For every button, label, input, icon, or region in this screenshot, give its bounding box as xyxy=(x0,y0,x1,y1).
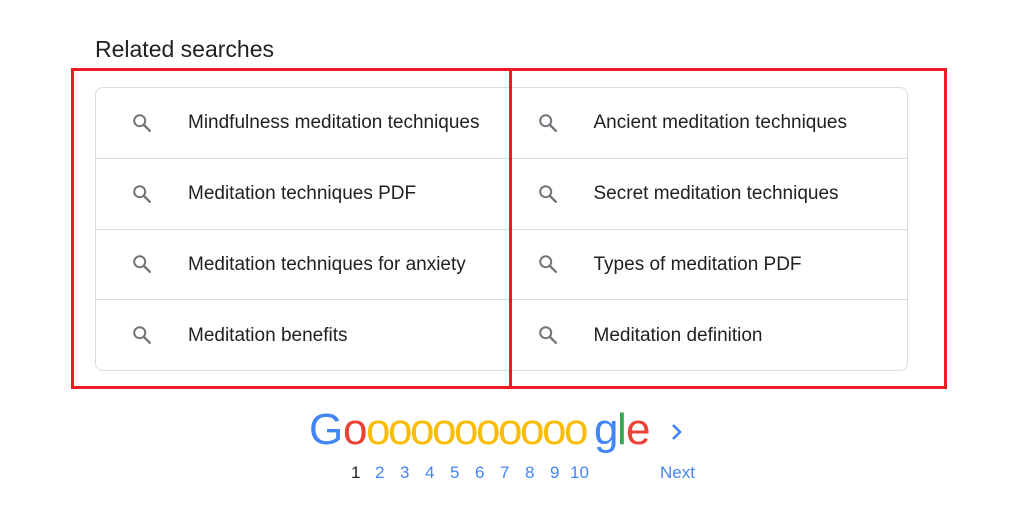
related-searches-heading: Related searches xyxy=(95,36,274,62)
page-link[interactable]: 2 xyxy=(375,463,384,483)
related-searches-box: Mindfulness meditation techniques Medita… xyxy=(95,87,908,371)
related-search-label: Mindfulness meditation techniques xyxy=(188,112,480,134)
related-search-item[interactable]: Meditation definition xyxy=(502,300,908,370)
related-search-label: Meditation benefits xyxy=(188,324,348,346)
related-searches-left-column: Mindfulness meditation techniques Medita… xyxy=(96,88,502,370)
page-current: 1 xyxy=(351,463,361,482)
related-search-item[interactable]: Meditation techniques PDF xyxy=(96,159,502,230)
search-icon xyxy=(133,255,151,274)
logo-letter: o xyxy=(520,405,545,454)
logo-letter: o xyxy=(542,405,567,454)
page-link[interactable]: 4 xyxy=(425,463,434,483)
logo-letter: g xyxy=(594,405,619,454)
logo-letter: o xyxy=(366,405,391,454)
logo-letter: o xyxy=(564,405,589,454)
logo-letter: o xyxy=(388,405,413,454)
related-search-item[interactable]: Types of meditation PDF xyxy=(501,230,907,301)
logo-letter: o xyxy=(343,405,368,454)
page-link[interactable]: 5 xyxy=(450,463,459,483)
related-search-label: Meditation techniques PDF xyxy=(188,183,417,205)
related-search-item[interactable]: Meditation benefits xyxy=(96,300,502,370)
logo-letter: G xyxy=(309,405,343,454)
search-icon xyxy=(538,184,557,203)
logo-letter: o xyxy=(432,405,457,454)
related-search-item[interactable]: Meditation techniques for anxiety xyxy=(96,230,502,301)
search-icon xyxy=(133,114,151,132)
related-search-item[interactable]: Secret meditation techniques xyxy=(501,159,907,230)
page-link[interactable]: 9 xyxy=(550,463,559,483)
page-link[interactable]: 6 xyxy=(475,463,484,483)
related-search-label: Ancient meditation techniques xyxy=(593,112,848,134)
logo-letter: o xyxy=(476,405,501,454)
search-icon xyxy=(133,326,151,345)
logo-letter: l xyxy=(617,405,627,454)
page-link[interactable]: 10 xyxy=(570,463,589,483)
next-page-link[interactable]: Next xyxy=(660,463,695,483)
logo-letter: o xyxy=(410,405,435,454)
chevron-right-icon[interactable] xyxy=(669,421,685,443)
related-search-item[interactable]: Ancient meditation techniques xyxy=(501,88,907,159)
search-icon xyxy=(538,255,557,274)
page-link[interactable]: 7 xyxy=(500,463,509,483)
related-search-label: Secret meditation techniques xyxy=(593,183,839,205)
related-search-label: Meditation definition xyxy=(593,324,763,346)
related-search-label: Types of meditation PDF xyxy=(593,253,802,275)
logo-letter: o xyxy=(454,405,479,454)
logo-letter: e xyxy=(626,405,651,454)
related-search-label: Meditation techniques for anxiety xyxy=(188,253,466,275)
search-icon xyxy=(538,326,557,345)
logo-letter: o xyxy=(498,405,523,454)
related-searches-right-column: Ancient meditation techniques Secret med… xyxy=(501,88,908,370)
page-link[interactable]: 8 xyxy=(525,463,534,483)
search-icon xyxy=(538,114,557,132)
page-link[interactable]: 3 xyxy=(400,463,409,483)
related-search-item[interactable]: Mindfulness meditation techniques xyxy=(96,88,502,159)
search-icon xyxy=(133,184,151,203)
